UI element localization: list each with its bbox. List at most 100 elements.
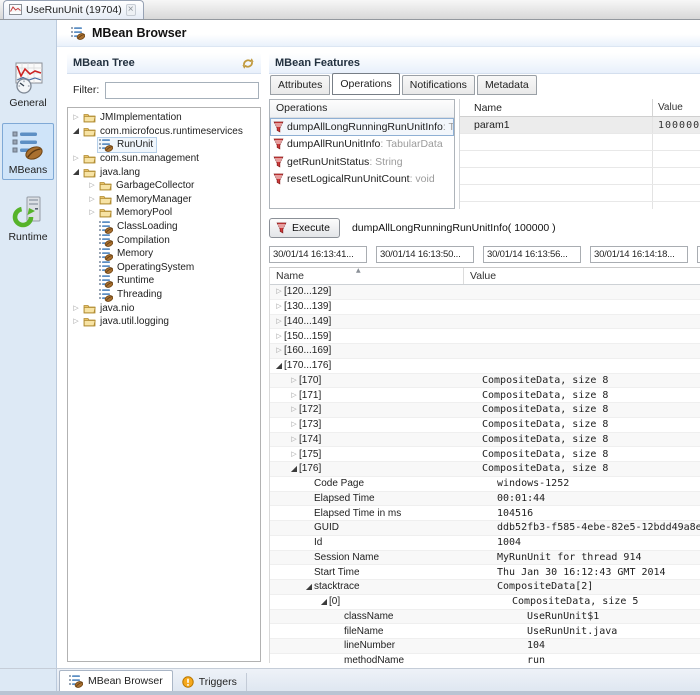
- result-tab[interactable]: 30/01/14 16:14:18...: [590, 246, 688, 263]
- tree-node-label: MemoryManager: [116, 194, 192, 205]
- monitor-chart-icon: [9, 4, 22, 16]
- expander-icon[interactable]: ▷: [289, 377, 299, 384]
- result-row[interactable]: ◢[176]CompositeData, size 8: [270, 462, 700, 477]
- expander-icon[interactable]: ▷: [71, 155, 81, 162]
- result-row[interactable]: ◢[0]CompositeData, size 5: [270, 595, 700, 610]
- result-row-name: Code Page: [270, 478, 491, 489]
- tree-node-label: java.util.logging: [100, 316, 169, 327]
- editor-tab-label: UseRunUnit (19704): [26, 4, 122, 16]
- result-row[interactable]: lineNumber104: [270, 639, 700, 654]
- expander-icon[interactable]: ▷: [289, 451, 299, 458]
- result-row[interactable]: Id1004: [270, 536, 700, 551]
- expander-icon[interactable]: ◢: [304, 583, 314, 591]
- expander-icon[interactable]: ▷: [87, 209, 97, 216]
- execute-button[interactable]: Execute: [269, 218, 340, 238]
- expander-icon[interactable]: ▷: [87, 182, 97, 189]
- result-row[interactable]: ▷[160...169]: [270, 344, 700, 359]
- tree-node[interactable]: ▷ MemoryManager: [68, 193, 260, 207]
- result-row[interactable]: ▷[170]CompositeData, size 8: [270, 374, 700, 389]
- result-row[interactable]: ▷[173]CompositeData, size 8: [270, 418, 700, 433]
- result-row[interactable]: ▷[174]CompositeData, size 8: [270, 433, 700, 448]
- expander-icon[interactable]: ▷: [274, 333, 284, 340]
- sidebar-item-runtime[interactable]: Runtime: [2, 190, 54, 247]
- bottom-tab-triggers[interactable]: Triggers: [173, 673, 247, 691]
- expander-icon[interactable]: ▷: [274, 288, 284, 295]
- expander-icon[interactable]: ◢: [71, 168, 81, 176]
- result-row[interactable]: Elapsed Time00:01:44: [270, 492, 700, 507]
- tree-node[interactable]: Threading: [68, 288, 260, 302]
- sidebar-item-general[interactable]: General: [2, 56, 54, 113]
- parameters-column-name-header: Name: [460, 99, 653, 116]
- parameter-value[interactable]: 100000: [653, 120, 700, 131]
- tab-notifications[interactable]: Notifications: [402, 75, 475, 95]
- result-row[interactable]: Session NameMyRunUnit for thread 914: [270, 551, 700, 566]
- folder-icon: [83, 303, 96, 314]
- result-row[interactable]: Code Pagewindows-1252: [270, 477, 700, 492]
- operation-item[interactable]: dumpAllLongRunningRunUnitInfo : TabularD…: [270, 118, 454, 136]
- expander-icon[interactable]: ▷: [274, 303, 284, 310]
- result-row-name: ▷[150...159]: [270, 331, 461, 342]
- tree-node[interactable]: ▷ java.util.logging: [68, 315, 260, 329]
- result-row[interactable]: ▷[175]CompositeData, size 8: [270, 447, 700, 462]
- operation-item[interactable]: dumpAllRunUnitInfo : TabularData: [270, 136, 454, 154]
- expander-icon[interactable]: ▷: [71, 305, 81, 312]
- result-row[interactable]: ▷[150...159]: [270, 329, 700, 344]
- result-row[interactable]: Elapsed Time in ms104516: [270, 506, 700, 521]
- close-icon[interactable]: ×: [126, 4, 136, 16]
- result-row[interactable]: Start TimeThu Jan 30 16:12:43 GMT 2014: [270, 565, 700, 580]
- result-tab[interactable]: 30/01/14 16:13:56...: [483, 246, 581, 263]
- tree-node[interactable]: ▷JMImplementation: [68, 111, 260, 125]
- operation-item[interactable]: getRunUnitStatus : String: [270, 153, 454, 171]
- operation-item[interactable]: resetLogicalRunUnitCount : void: [270, 171, 454, 189]
- panels: MBean Tree Filter: ▷JMImplementation◢com…: [57, 47, 700, 668]
- folder-icon: [83, 167, 96, 178]
- result-name-label: Id: [314, 537, 322, 548]
- expander-icon[interactable]: ◢: [289, 465, 299, 473]
- tree-node[interactable]: ◢java.lang: [68, 165, 260, 179]
- refresh-icon[interactable]: [241, 57, 255, 70]
- result-row[interactable]: ◢stacktraceCompositeData[2]: [270, 580, 700, 595]
- editor-tab-userununit[interactable]: UseRunUnit (19704) ×: [3, 0, 144, 19]
- expander-icon[interactable]: ▷: [274, 318, 284, 325]
- expander-icon[interactable]: ◢: [319, 598, 329, 606]
- tree-node[interactable]: ▷GarbageCollector: [68, 179, 260, 193]
- parameter-row[interactable]: param1100000: [460, 117, 700, 134]
- result-row[interactable]: ▷[120...129]: [270, 285, 700, 300]
- result-row[interactable]: classNameUseRunUnit$1: [270, 610, 700, 625]
- tree-node[interactable]: RunUnit: [68, 138, 260, 152]
- filter-input[interactable]: [105, 82, 259, 99]
- result-tab[interactable]: 30/01/14 16:13:41...: [269, 246, 367, 263]
- result-row[interactable]: ▷[130...139]: [270, 300, 700, 315]
- result-row[interactable]: ▷[172]CompositeData, size 8: [270, 403, 700, 418]
- result-row[interactable]: ▷[171]CompositeData, size 8: [270, 388, 700, 403]
- expander-icon[interactable]: ◢: [274, 362, 284, 370]
- tab-operations[interactable]: Operations: [332, 73, 399, 95]
- result-row-name: methodName: [270, 655, 521, 663]
- expander-icon[interactable]: ▷: [71, 114, 81, 121]
- expander-icon[interactable]: ▷: [289, 421, 299, 428]
- folder-icon: [99, 194, 112, 205]
- expander-icon[interactable]: ◢: [71, 127, 81, 135]
- results-column-value-header[interactable]: Value: [464, 270, 700, 282]
- result-row[interactable]: GUIDddb52fb3-f585-4ebe-82e5-12bdd49a8efd: [270, 521, 700, 536]
- expander-icon[interactable]: ▷: [289, 392, 299, 399]
- tree-node[interactable]: ▷java.nio: [68, 301, 260, 315]
- results-column-name-header[interactable]: Name ▲: [270, 268, 464, 284]
- tree-node[interactable]: ▷com.sun.management: [68, 152, 260, 166]
- expander-icon[interactable]: ▷: [289, 436, 299, 443]
- expander-icon[interactable]: ▷: [87, 196, 97, 203]
- expander-icon[interactable]: ▷: [289, 406, 299, 413]
- expander-icon[interactable]: ▷: [71, 318, 81, 325]
- result-row[interactable]: ◢[170...176]: [270, 359, 700, 374]
- result-row[interactable]: methodNamerun: [270, 654, 700, 663]
- mbean-tree: ▷JMImplementation◢com.microfocus.runtime…: [67, 107, 261, 662]
- result-row[interactable]: fileNameUseRunUnit.java: [270, 624, 700, 639]
- sidebar-item-mbeans[interactable]: MBeans: [2, 123, 54, 180]
- tab-metadata[interactable]: Metadata: [477, 75, 537, 95]
- result-row[interactable]: ▷[140...149]: [270, 315, 700, 330]
- empty-parameter-row: [460, 185, 700, 202]
- tab-attributes[interactable]: Attributes: [270, 75, 330, 95]
- expander-icon[interactable]: ▷: [274, 347, 284, 354]
- bottom-tab-mbean-browser[interactable]: MBean Browser: [59, 670, 173, 691]
- result-tab[interactable]: 30/01/14 16:13:50...: [376, 246, 474, 263]
